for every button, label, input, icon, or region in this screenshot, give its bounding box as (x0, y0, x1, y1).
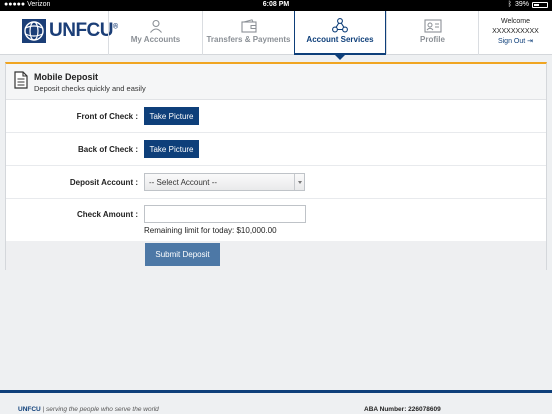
globe-logo-icon (22, 19, 46, 43)
footer: UNFCU | serving the people who serve the… (0, 390, 552, 414)
person-icon (149, 19, 162, 33)
nav-label: My Accounts (130, 35, 181, 44)
nav-label: Transfers & Payments (206, 35, 291, 44)
back-take-picture-button[interactable]: Take Picture (144, 140, 199, 158)
submit-area: Submit Deposit (6, 241, 546, 270)
username: XXXXXXXXXX (492, 28, 539, 35)
chevron-down-icon (294, 174, 304, 190)
id-card-icon (423, 19, 442, 33)
deposit-account-label: Deposit Account : (69, 178, 138, 187)
nav-account-services[interactable]: Account Services (294, 11, 386, 60)
sign-out-link[interactable]: Sign Out ⇥ (479, 37, 552, 47)
aba-number: ABA Number: 226078609 (364, 406, 441, 413)
check-amount-label: Check Amount : (76, 210, 138, 219)
clock: 6:08 PM (262, 1, 290, 8)
submit-deposit-button[interactable]: Submit Deposit (145, 243, 220, 266)
back-check-row: Back of Check : Take Picture (6, 133, 546, 166)
front-check-row: Front of Check : Take Picture (6, 100, 546, 133)
battery-icon (532, 1, 548, 8)
status-right: ᛒ 39% (508, 1, 548, 8)
battery-percent: 39% (514, 1, 529, 8)
check-amount-row: Check Amount : Remaining limit for today… (6, 199, 546, 241)
footer-tagline: UNFCU | serving the people who serve the… (18, 406, 159, 413)
bluetooth-icon: ᛒ (507, 1, 512, 8)
nav-my-accounts[interactable]: My Accounts (108, 11, 202, 55)
nav-label: Account Services (306, 35, 374, 44)
unfcu-logo[interactable]: UNFCU® (22, 19, 118, 43)
panel-header: Mobile Deposit Deposit checks quickly an… (6, 64, 546, 100)
wallet-icon (240, 19, 257, 33)
nav-transfers-payments[interactable]: Transfers & Payments (202, 11, 294, 55)
mobile-deposit-panel: Mobile Deposit Deposit checks quickly an… (5, 62, 547, 270)
status-bar: ●●●●● Verizon 6:08 PM ᛒ 39% (0, 0, 552, 11)
active-tab-caret (335, 55, 345, 60)
selected-account: -- Select Account -- (149, 178, 218, 187)
welcome-box: Welcome XXXXXXXXXX Sign Out ⇥ (478, 11, 552, 55)
back-check-label: Back of Check : (77, 145, 138, 154)
remaining-limit-text: Remaining limit for today: $10,000.00 (144, 226, 277, 235)
deposit-account-select[interactable]: -- Select Account -- (144, 173, 305, 191)
sign-out-icon: ⇥ (527, 38, 534, 45)
document-icon (14, 71, 28, 89)
panel-subtitle: Deposit checks quickly and easily (34, 84, 146, 93)
front-take-picture-button[interactable]: Take Picture (144, 107, 199, 125)
panel-title: Mobile Deposit (34, 72, 99, 82)
deposit-account-row: Deposit Account : -- Select Account -- (6, 166, 546, 199)
check-amount-input[interactable] (144, 205, 306, 223)
nav-profile[interactable]: Profile (386, 11, 478, 55)
app-header: UNFCU® My Accounts Transfers & Payments … (0, 11, 552, 60)
front-check-label: Front of Check : (76, 112, 138, 121)
network-icon (332, 18, 348, 33)
welcome-label: Welcome (500, 18, 531, 25)
nav-label: Profile (420, 35, 445, 44)
